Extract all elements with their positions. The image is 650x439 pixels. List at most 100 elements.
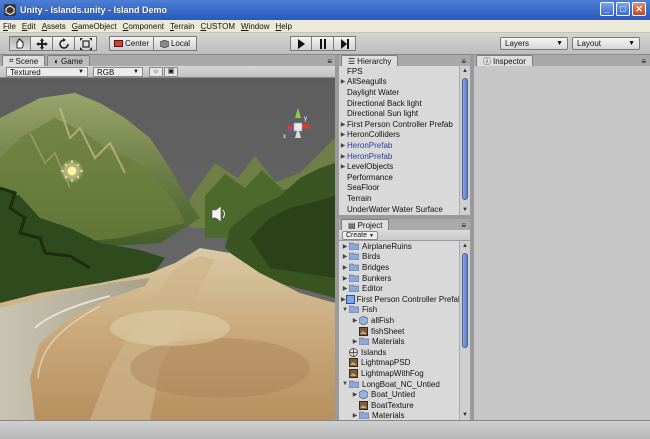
expand-arrow-icon[interactable]: ▶: [351, 391, 359, 398]
folder-icon: [348, 274, 360, 283]
list-item[interactable]: ▶ Bunkers: [339, 273, 459, 284]
list-item[interactable]: LightmapWithFog: [339, 368, 459, 379]
list-item[interactable]: ▶ AirplaneRuins: [339, 241, 459, 252]
menu-assets[interactable]: Assets: [42, 22, 66, 31]
list-item[interactable]: ▶ Materials: [339, 336, 459, 347]
tab-game[interactable]: ◐ Game: [47, 55, 90, 66]
list-item[interactable]: ▶ Materials: [339, 411, 459, 420]
menu-terrain[interactable]: Terrain: [170, 22, 194, 31]
expand-arrow-icon[interactable]: ▶: [339, 163, 347, 170]
list-item[interactable]: SeaFloor: [339, 183, 459, 194]
render-mode-dropdown[interactable]: Textured ▼: [6, 67, 88, 77]
list-item[interactable]: ▶ Bridges: [339, 262, 459, 273]
expand-arrow-icon[interactable]: ▶: [341, 275, 349, 282]
list-item[interactable]: ▶ allFish: [339, 315, 459, 326]
expand-arrow-icon[interactable]: ▶: [351, 338, 359, 345]
list-item[interactable]: ▶ HeronPrefab: [339, 151, 459, 162]
maximize-button[interactable]: □: [616, 2, 630, 16]
panel-menu-icon[interactable]: ≡: [641, 57, 646, 66]
list-item[interactable]: Daylight Water: [339, 87, 459, 98]
list-item[interactable]: ▶ HeronPrefab: [339, 140, 459, 151]
play-button[interactable]: [290, 36, 312, 51]
scroll-down-icon[interactable]: ▼: [460, 205, 470, 215]
expand-arrow-icon[interactable]: ▶: [339, 121, 347, 128]
list-item[interactable]: ▶ HeronColliders: [339, 130, 459, 141]
scene-viewport[interactable]: x y: [0, 78, 335, 420]
list-item[interactable]: fishSheet: [339, 326, 459, 337]
create-dropdown[interactable]: Create ▼: [342, 231, 378, 240]
pause-button[interactable]: [312, 36, 334, 51]
list-item[interactable]: Islands: [339, 347, 459, 358]
minimize-button[interactable]: _: [600, 2, 614, 16]
tab-inspector[interactable]: ⓘ Inspector: [476, 55, 533, 66]
expand-arrow-icon[interactable]: ▶: [341, 264, 349, 271]
hand-tool-button[interactable]: [9, 36, 31, 51]
panel-menu-icon[interactable]: ≡: [461, 57, 466, 66]
expand-arrow-icon[interactable]: ▶: [339, 142, 347, 149]
list-item[interactable]: UnderWater Water Surface: [339, 204, 459, 215]
menu-file[interactable]: File: [3, 22, 16, 31]
scroll-thumb[interactable]: [462, 78, 468, 200]
step-button[interactable]: [334, 36, 356, 51]
list-item[interactable]: ▶ AllSeagulls: [339, 77, 459, 88]
expand-arrow-icon[interactable]: ▶: [339, 78, 347, 85]
tab-project[interactable]: ▤ Project: [341, 219, 390, 230]
layout-dropdown[interactable]: Layout ▼: [572, 37, 640, 50]
scale-tool-button[interactable]: [75, 36, 97, 51]
expand-arrow-icon[interactable]: ▶: [351, 412, 359, 419]
list-item[interactable]: ▶ LevelObjects: [339, 161, 459, 172]
list-item[interactable]: ▶ Birds: [339, 252, 459, 263]
expand-arrow-icon[interactable]: ▶: [341, 285, 349, 292]
menu-custom[interactable]: CUSTOM: [200, 22, 235, 31]
panel-menu-icon[interactable]: ≡: [327, 57, 332, 66]
image-icon: ▣: [167, 68, 175, 75]
list-item[interactable]: ▶ First Person Controller Prefab: [339, 294, 459, 305]
scroll-thumb[interactable]: [462, 253, 468, 348]
list-item[interactable]: Terrain: [339, 193, 459, 204]
expand-arrow-icon[interactable]: ▶: [341, 243, 349, 250]
menu-window[interactable]: Window: [241, 22, 269, 31]
expand-arrow-icon[interactable]: ▶: [341, 253, 349, 260]
collapse-arrow-icon[interactable]: ▼: [341, 307, 349, 313]
expand-arrow-icon[interactable]: ▶: [351, 317, 359, 324]
scroll-up-icon[interactable]: ▲: [460, 66, 470, 76]
list-item[interactable]: BoatTexture: [339, 400, 459, 411]
scroll-up-icon[interactable]: ▲: [460, 241, 470, 251]
list-item[interactable]: ▶ First Person Controller Prefab: [339, 119, 459, 130]
tab-hierarchy[interactable]: ☰ Hierarchy: [341, 55, 399, 66]
menu-gameobject[interactable]: GameObject: [72, 22, 117, 31]
list-item[interactable]: FPS: [339, 66, 459, 77]
list-item[interactable]: LightmapPSD: [339, 358, 459, 369]
list-item[interactable]: ▶ Boat_Untied: [339, 389, 459, 400]
expand-arrow-icon[interactable]: ▶: [339, 131, 347, 138]
menu-help[interactable]: Help: [275, 22, 291, 31]
collapse-arrow-icon[interactable]: ▼: [341, 381, 349, 387]
close-button[interactable]: ✕: [632, 2, 646, 16]
list-item[interactable]: Directional Back light: [339, 98, 459, 109]
scene-overlay-toggle[interactable]: ▣: [164, 67, 178, 77]
color-mode-dropdown[interactable]: RGB ▼: [93, 67, 143, 77]
list-item[interactable]: ▼ LongBoat_NC_Untied: [339, 379, 459, 390]
move-tool-button[interactable]: [31, 36, 53, 51]
layers-dropdown[interactable]: Layers ▼: [500, 37, 568, 50]
menu-component[interactable]: Component: [123, 22, 164, 31]
svg-text:y: y: [304, 116, 307, 122]
list-item-label: Materials: [372, 337, 405, 347]
list-item[interactable]: Performance: [339, 172, 459, 183]
menu-edit[interactable]: Edit: [22, 22, 36, 31]
panel-menu-icon[interactable]: ≡: [461, 221, 466, 230]
scene-lighting-toggle[interactable]: ☼: [149, 67, 163, 77]
render-mode-label: Textured: [10, 67, 41, 77]
tab-scene[interactable]: ⌗ Scene: [2, 55, 46, 66]
list-item[interactable]: ▼ Fish: [339, 305, 459, 316]
expand-arrow-icon[interactable]: ▶: [339, 153, 347, 160]
pivot-center-button[interactable]: Center: [109, 36, 154, 51]
project-scrollbar[interactable]: ▲ ▼: [459, 241, 470, 420]
scroll-down-icon[interactable]: ▼: [460, 410, 470, 420]
hierarchy-scrollbar[interactable]: ▲ ▼: [459, 66, 470, 215]
list-item[interactable]: Directional Sun light: [339, 108, 459, 119]
pivot-local-button[interactable]: Local: [154, 36, 197, 51]
rotate-tool-button[interactable]: [53, 36, 75, 51]
list-item[interactable]: ▶ Editor: [339, 283, 459, 294]
step-icon: [340, 38, 349, 49]
